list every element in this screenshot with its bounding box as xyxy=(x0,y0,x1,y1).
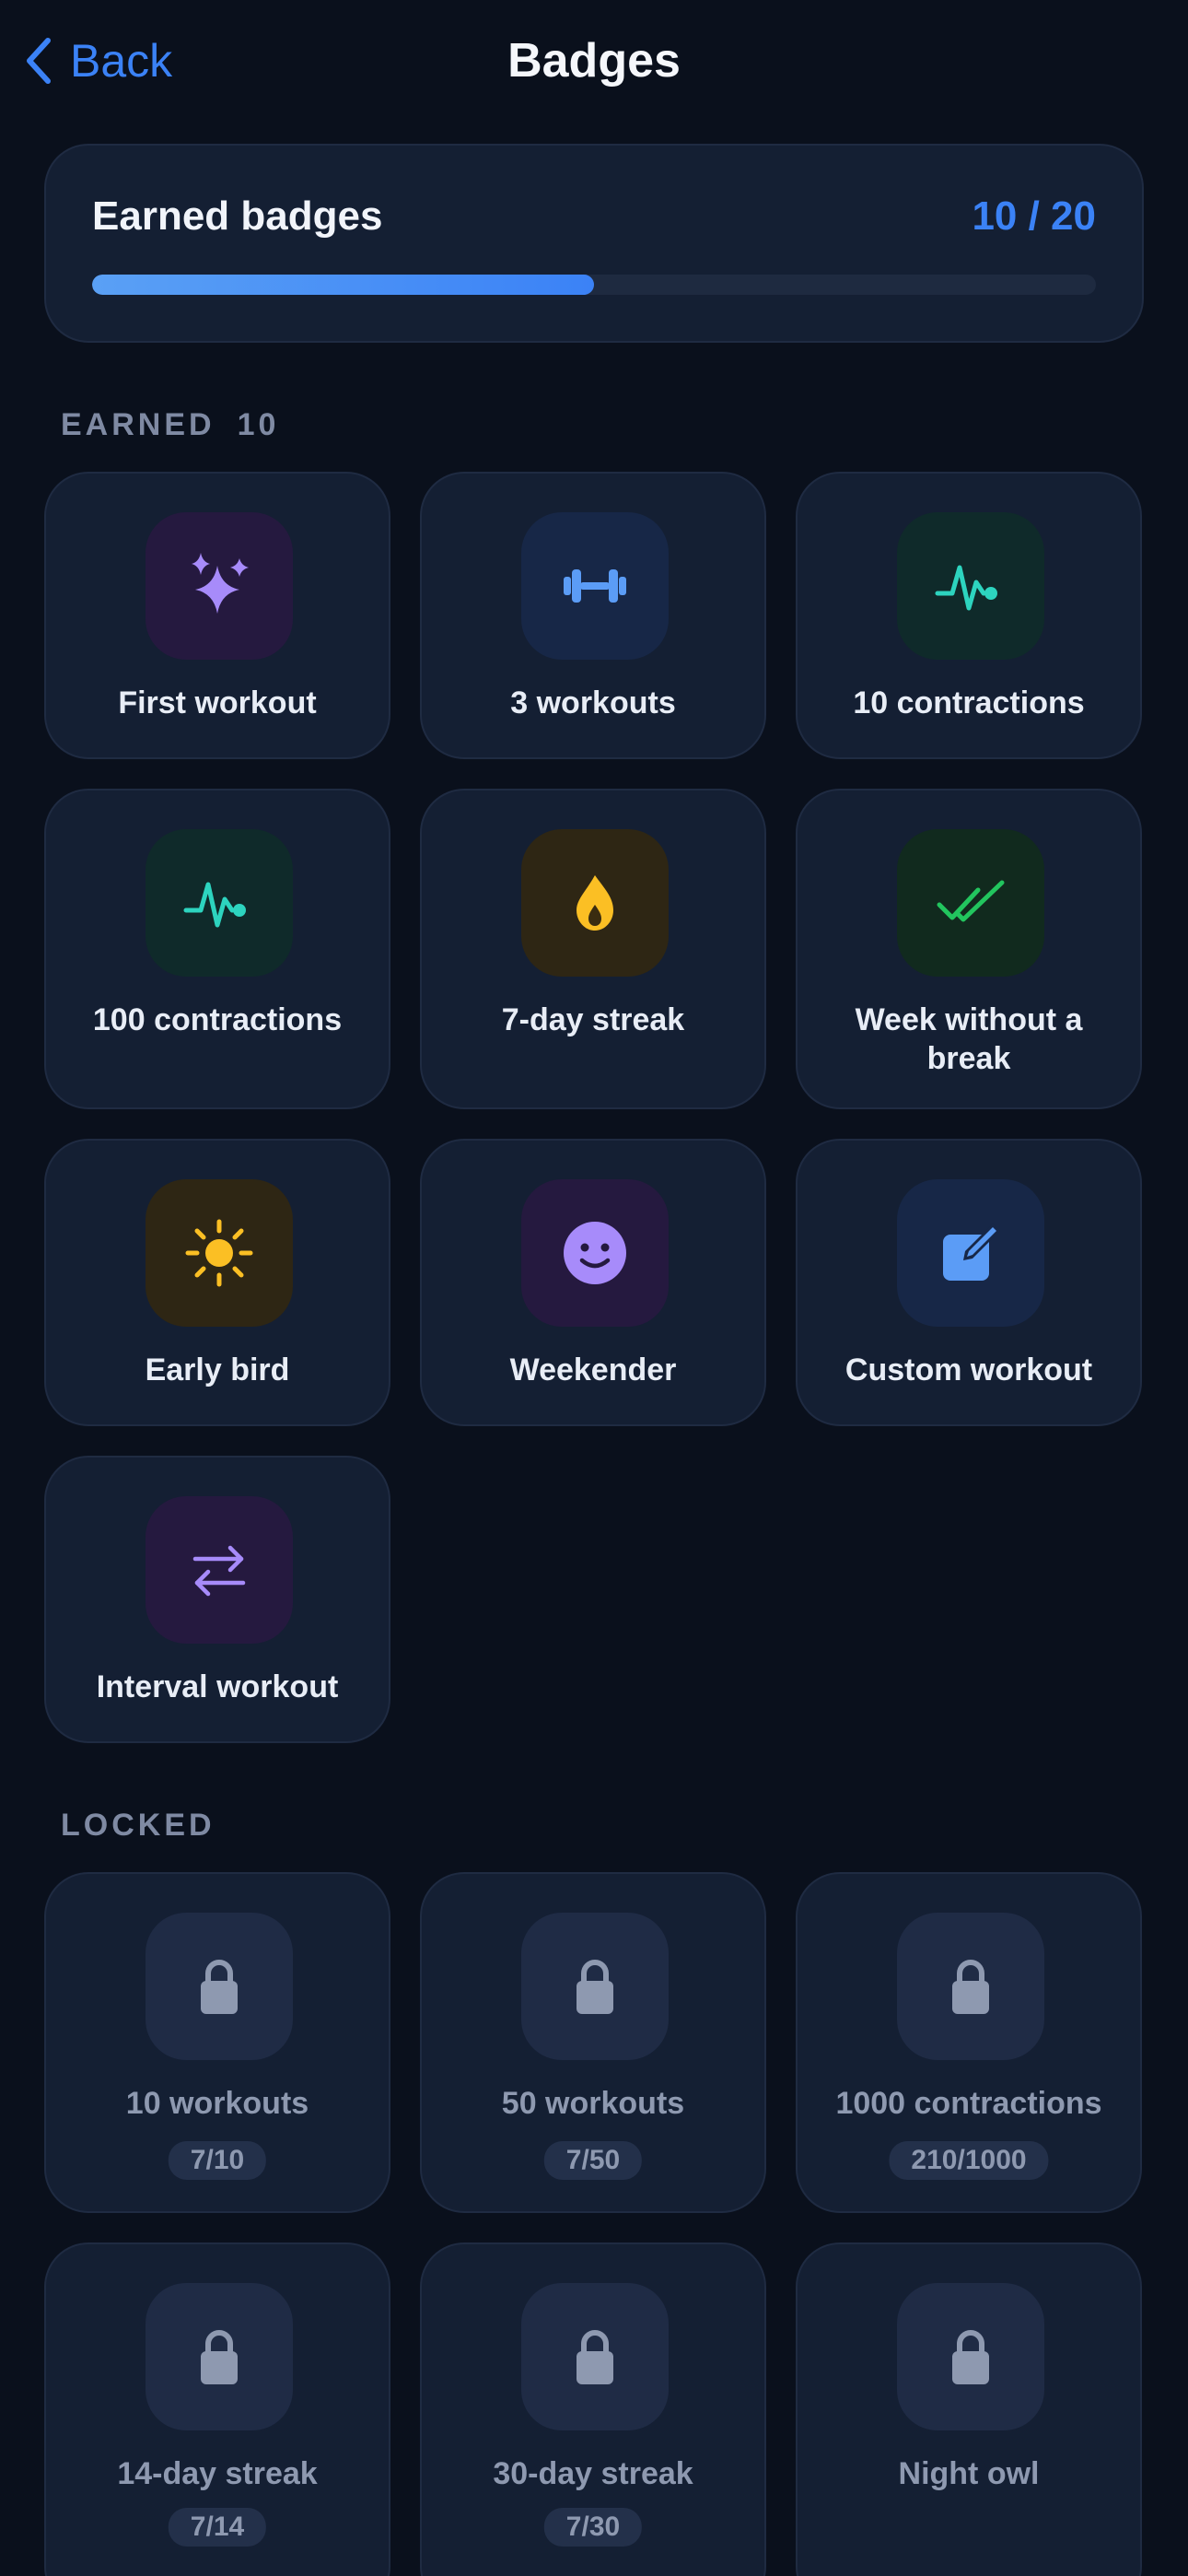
badge-label: 10 contractions xyxy=(853,685,1085,720)
badge-label: Custom workout xyxy=(844,1352,1093,1388)
badge-icon-box xyxy=(897,2283,1044,2430)
lock-icon xyxy=(577,1960,613,2014)
edit-icon xyxy=(943,1224,1000,1281)
badge-label: 7-day streak xyxy=(501,1002,685,1037)
badge-label: 1000 contractions xyxy=(835,2086,1102,2121)
badge-early-bird[interactable]: Early bird xyxy=(44,1139,390,1426)
badge-label: Interval workout xyxy=(96,1669,339,1704)
badge-progress-pill: 7/14 xyxy=(168,2508,267,2547)
badge-label: 3 workouts xyxy=(510,685,676,720)
dumbbell-icon xyxy=(564,569,626,603)
badge-1000-contractions-locked[interactable]: 1000 contractions 210/1000 xyxy=(796,1872,1142,2213)
lock-icon xyxy=(952,2330,989,2384)
badge-week-without-a-break[interactable]: Week without a break xyxy=(796,789,1142,1109)
badge-label: 50 workouts xyxy=(501,2086,685,2121)
badge-label: 30-day streak xyxy=(493,2456,693,2491)
badge-3-workouts[interactable]: 3 workouts xyxy=(420,472,766,759)
badge-icon-box xyxy=(146,1913,293,2060)
badge-icon-box xyxy=(897,829,1044,977)
badge-label: Early bird xyxy=(145,1352,290,1388)
badge-icon-box xyxy=(146,1179,293,1327)
sparkles-icon xyxy=(192,553,249,614)
badge-progress-pill: 210/1000 xyxy=(889,2141,1049,2180)
smile-icon xyxy=(564,1222,626,1284)
progress-bar-fill xyxy=(92,275,594,295)
lock-icon xyxy=(577,2330,613,2384)
badge-progress-pill: 7/30 xyxy=(543,2508,643,2547)
badge-10-workouts-locked[interactable]: 10 workouts 7/10 xyxy=(44,1872,390,2213)
flame-icon xyxy=(577,875,613,931)
badge-30-day-streak-locked[interactable]: 30-day streak 7/30 xyxy=(420,2242,766,2576)
progress-bar xyxy=(92,275,1096,295)
badge-first-workout[interactable]: First workout xyxy=(44,472,390,759)
badge-progress-pill: 7/10 xyxy=(168,2141,267,2180)
badge-icon-box xyxy=(521,1179,669,1327)
page-title: Badges xyxy=(507,34,681,88)
locked-section-title: LOCKED xyxy=(61,1808,215,1843)
pulse-icon xyxy=(935,565,997,611)
badge-icon-box xyxy=(897,512,1044,660)
lock-icon xyxy=(201,1960,238,2014)
badge-icon-box xyxy=(521,2283,669,2430)
progress-label: Earned badges xyxy=(92,193,383,239)
badge-icon-box xyxy=(146,512,293,660)
badge-interval-workout[interactable]: Interval workout xyxy=(44,1456,390,1743)
badge-label: Night owl xyxy=(898,2456,1040,2491)
sun-icon xyxy=(185,1219,253,1287)
badge-icon-box xyxy=(897,1179,1044,1327)
badge-100-contractions[interactable]: 100 contractions xyxy=(44,789,390,1109)
badge-icon-box xyxy=(521,512,669,660)
badge-14-day-streak-locked[interactable]: 14-day streak 7/14 xyxy=(44,2242,390,2576)
badge-night-owl-locked[interactable]: Night owl xyxy=(796,2242,1142,2576)
badge-label: Week without a break xyxy=(855,1002,1083,1076)
badge-custom-workout[interactable]: Custom workout xyxy=(796,1139,1142,1426)
badge-7-day-streak[interactable]: 7-day streak xyxy=(420,789,766,1109)
badge-weekender[interactable]: Weekender xyxy=(420,1139,766,1426)
badge-label: First workout xyxy=(118,685,317,720)
badge-icon-box xyxy=(146,2283,293,2430)
earned-section-header: EARNED 10 xyxy=(61,407,279,443)
progress-count: 10 / 20 xyxy=(972,193,1096,239)
double-check-icon xyxy=(937,880,1005,922)
badge-50-workouts-locked[interactable]: 50 workouts 7/50 xyxy=(420,1872,766,2213)
earned-progress-card: Earned badges 10 / 20 xyxy=(44,144,1144,343)
swap-arrows-icon xyxy=(192,1545,246,1597)
badge-icon-box xyxy=(146,1496,293,1644)
badge-label: 14-day streak xyxy=(117,2456,318,2491)
badge-icon-box xyxy=(146,829,293,977)
badge-icon-box xyxy=(897,1913,1044,2060)
badge-icon-box xyxy=(521,1913,669,2060)
pulse-icon xyxy=(183,882,246,928)
badge-10-contractions[interactable]: 10 contractions xyxy=(796,472,1142,759)
nav-bar: Back Badges xyxy=(0,0,1188,120)
earned-section-count: 10 xyxy=(237,407,280,442)
lock-icon xyxy=(952,1960,989,2014)
badge-label: 100 contractions xyxy=(92,1002,343,1037)
locked-section-header: LOCKED xyxy=(61,1808,215,1844)
earned-section-title: EARNED xyxy=(61,407,215,442)
lock-icon xyxy=(201,2330,238,2384)
badge-progress-pill: 7/50 xyxy=(543,2141,643,2180)
badge-icon-box xyxy=(521,829,669,977)
badge-label: 10 workouts xyxy=(125,2086,309,2121)
badge-label: Weekender xyxy=(509,1352,677,1388)
